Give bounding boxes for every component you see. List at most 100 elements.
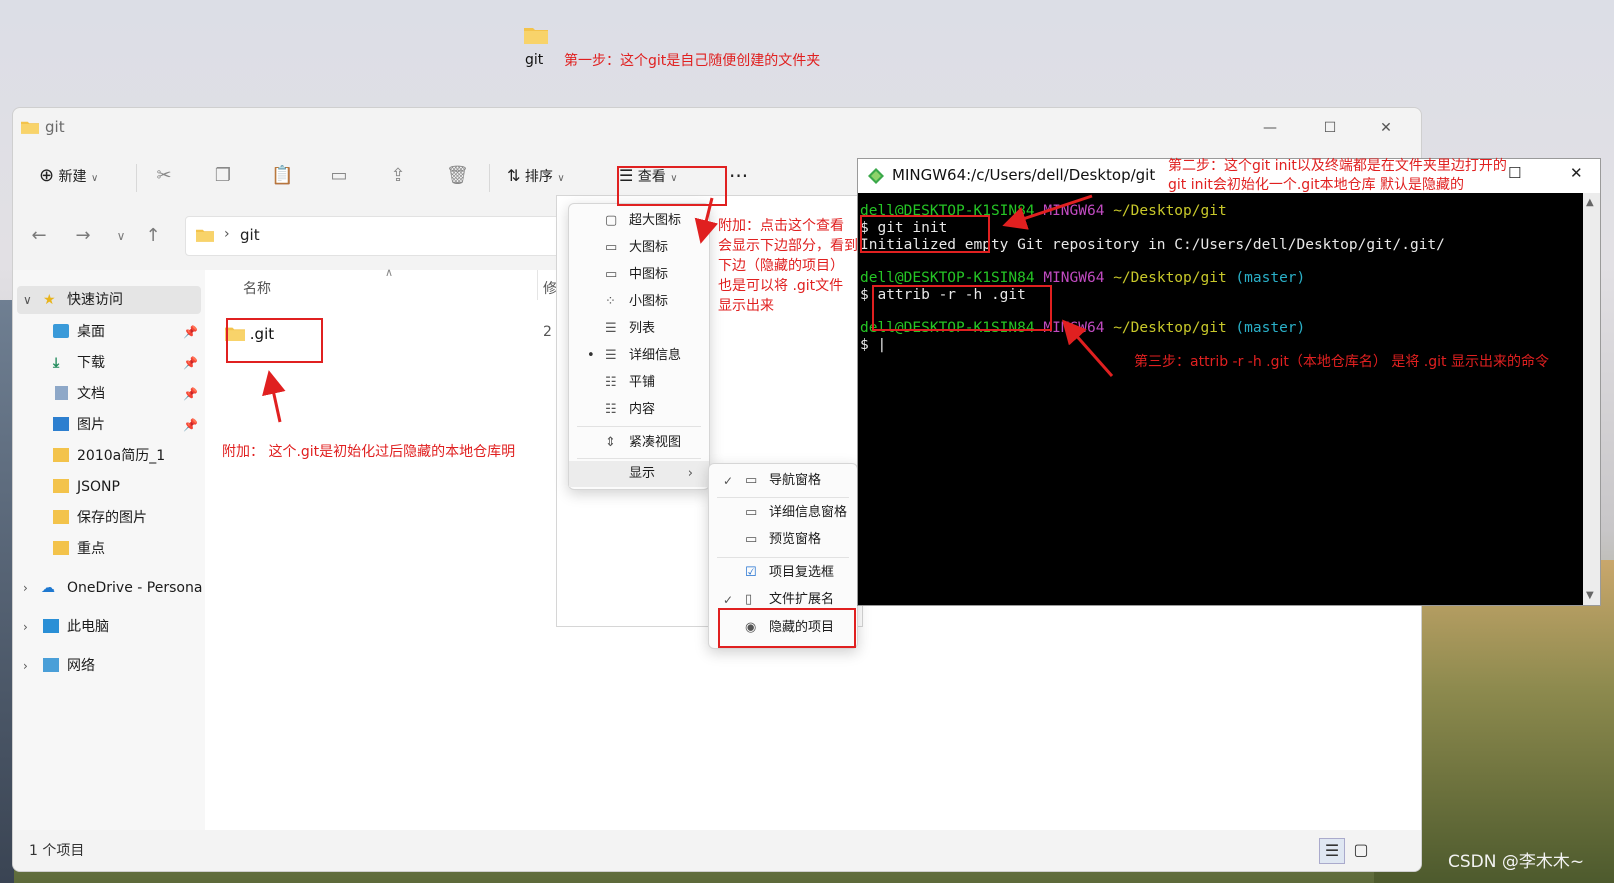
sidebar-label: 下载 [77,355,105,371]
sidebar-item-folder[interactable]: 2010a简历_1 [13,442,205,470]
desktop-folder-label[interactable]: git [525,52,543,68]
more-button[interactable]: ··· [729,162,748,190]
column-header-modified[interactable]: 修 [543,278,557,298]
document-icon [55,386,68,400]
prompt-path: ~/Desktop/git [1113,320,1227,336]
close-button[interactable]: ✕ [1363,114,1409,142]
menu-label: 详细信息 [629,348,682,363]
scroll-up-icon[interactable]: ▲ [1586,197,1594,208]
menu-item-navigation-pane[interactable]: ✓ ▭ 导航窗格 [709,468,857,494]
recent-chevron-icon[interactable]: ∨ [109,224,133,248]
command-line: $ | [860,337,887,353]
desktop-folder-icon[interactable] [524,26,548,44]
sidebar-item-desktop[interactable]: 桌面 📌 [13,318,205,346]
cut-icon[interactable]: ✂ [154,166,174,186]
sidebar-item-folder[interactable]: 保存的图片 [13,504,205,532]
large-icons-view-icon[interactable]: ▢ [1349,838,1373,862]
star-icon: ★ [43,292,56,308]
sidebar-label: 2010a简历_1 [77,448,166,464]
folder-icon [53,448,69,462]
pin-icon: 📌 [183,325,198,339]
sidebar-item-downloads[interactable]: ⤓ 下载 📌 [13,349,205,377]
rename-icon[interactable]: ▭ [329,166,349,186]
new-button[interactable]: ⊕ 新建 ∨ [39,162,98,190]
breadcrumb-git[interactable]: git [240,226,260,244]
terminal-output[interactable]: dell@DESKTOP-K1SIN84 MINGW64 ~/Desktop/g… [858,193,1583,605]
menu-item-extra-large-icons[interactable]: ▢ 超大图标 [569,208,709,234]
copy-icon[interactable]: ❐ [213,166,233,186]
menu-item-content[interactable]: ☷ 内容 [569,397,709,423]
menu-item-show[interactable]: 显示 › [569,461,709,487]
list-icon: ☰ [605,321,617,336]
menu-item-medium-icons[interactable]: ▭ 中图标 [569,262,709,288]
sidebar-item-documents[interactable]: 文档 📌 [13,380,205,408]
up-icon[interactable]: ↑ [141,224,165,248]
navigation-pane: ∨ ★ 快速访问 桌面 📌 ⤓ 下载 📌 文档 📌 图片 📌 2010a简历_1… [13,270,205,830]
back-icon[interactable]: ← [27,224,51,248]
breadcrumb-separator: › [224,226,230,242]
sidebar-item-folder[interactable]: 重点 [13,535,205,563]
menu-label: 内容 [629,402,656,417]
sidebar-item-network[interactable]: › 网络 [13,652,205,680]
small-icons-icon: ⁘ [605,294,616,309]
addon-view-annotation-1: 附加：点击这个查看 [718,218,844,234]
folder-icon [21,121,39,134]
scroll-down-icon[interactable]: ▼ [1586,590,1594,601]
maximize-button[interactable]: ☐ [1307,114,1353,142]
large-icons-icon: ▭ [605,240,618,255]
step1-annotation: 第一步：这个git是自己随便创建的文件夹 [564,53,821,69]
menu-item-large-icons[interactable]: ▭ 大图标 [569,235,709,261]
menu-label: 小图标 [629,294,669,309]
menu-item-compact-view[interactable]: ⇕ 紧凑视图 [569,430,709,456]
prompt-system: MINGW64 [1043,270,1105,286]
step2-annotation-line1: 第二步：这个git init以及终端都是在文件夹里边打开的 [1168,158,1507,174]
prompt-branch: (master) [1235,320,1306,336]
menu-label: 项目复选框 [769,565,835,580]
menu-item-details[interactable]: • ☰ 详细信息 [569,343,709,369]
sidebar-label: OneDrive - Persona [67,580,203,596]
share-icon[interactable]: ⇪ [388,166,408,186]
network-icon [43,658,59,672]
highlight-attrib-command [872,285,1052,331]
sidebar-item-quick-access[interactable]: ∨ ★ 快速访问 [17,286,201,314]
menu-item-small-icons[interactable]: ⁘ 小图标 [569,289,709,315]
details-pane-icon: ▭ [745,505,758,520]
file-modified: 2 [543,324,552,340]
maximize-button[interactable]: ☐ [1508,164,1521,182]
sidebar-label: 网络 [67,658,95,674]
close-button[interactable]: ✕ [1570,164,1583,182]
minimize-button[interactable]: — [1247,114,1293,142]
content-icon: ☷ [605,402,617,417]
menu-label: 预览窗格 [769,532,822,547]
medium-icons-icon: ▭ [605,267,618,282]
sort-button[interactable]: ⇅ 排序 ∨ [507,162,565,190]
chevron-right-icon: › [23,581,28,595]
toolbar-separator [489,164,490,192]
sidebar-item-pictures[interactable]: 图片 📌 [13,411,205,439]
menu-item-preview-pane[interactable]: ▭ 预览窗格 [709,527,857,553]
sort-up-icon: ∧ [385,266,394,279]
addon-git-annotation: 附加： 这个.git是初始化过后隐藏的本地仓库明 [222,444,516,460]
addon-view-annotation-4: 也是可以将 .git文件 [718,278,844,294]
menu-item-item-checkboxes[interactable]: ☑ 项目复选框 [709,560,857,586]
preview-pane-icon: ▭ [745,532,758,547]
terminal-scrollbar[interactable]: ▲ ▼ [1583,193,1600,605]
details-view-icon[interactable]: ☰ [1319,838,1345,864]
sidebar-item-onedrive[interactable]: › ☁ OneDrive - Persona [13,574,205,602]
view-menu: ▢ 超大图标 ▭ 大图标 ▭ 中图标 ⁘ 小图标 ☰ 列表 • ☰ 详细信息 ☷ 平铺 ☷ 内容 … [568,203,710,490]
delete-icon[interactable]: 🗑 [446,166,469,186]
menu-item-details-pane[interactable]: ▭ 详细信息窗格 [709,500,857,526]
paste-icon[interactable]: 📋 [271,166,293,186]
menu-item-tiles[interactable]: ☷ 平铺 [569,370,709,396]
column-header-name[interactable]: 名称 [243,278,271,298]
sidebar-item-folder[interactable]: JSONP [13,473,205,501]
plus-circle-icon: ⊕ [39,165,55,186]
forward-icon[interactable]: → [71,224,95,248]
menu-item-list[interactable]: ☰ 列表 [569,316,709,342]
sidebar-item-this-pc[interactable]: › 此电脑 [13,613,205,641]
chevron-down-icon: ∨ [557,173,565,184]
menu-label: 大图标 [629,240,669,255]
folder-icon [196,229,214,242]
computer-icon [43,619,59,633]
step2-annotation-line2: git init会初始化一个.git本地仓库 默认是隐藏的 [1168,177,1465,193]
